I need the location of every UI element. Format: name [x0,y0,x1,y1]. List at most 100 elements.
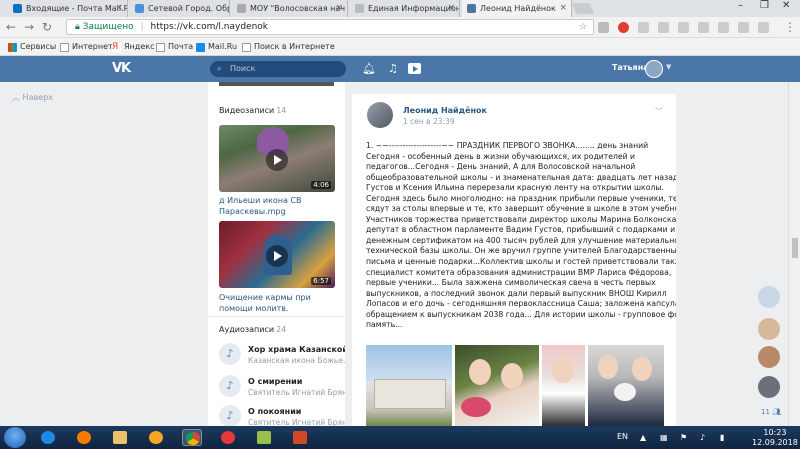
post-author[interactable]: Леонид Найдёнок [403,106,487,115]
video-thumbnail[interactable]: 4:06 [219,125,335,192]
language-indicator[interactable]: EN [617,432,628,441]
back-arrow-icon[interactable]: ← [6,20,16,34]
post-text-line: депутат в областном парламенте Вадим Гус… [366,225,676,235]
page-scrollbar[interactable] [788,82,800,426]
bookmark-label: Поиск в Интернете [254,42,335,51]
taskbar-app[interactable] [254,429,274,446]
network-icon[interactable]: ▦ [660,433,668,442]
audio-item[interactable]: ♪ Хор храма Казанской ик... Казанская ик… [219,343,345,369]
play-icon[interactable] [408,63,421,74]
bookmark-yandex[interactable]: Я Яндекс [112,38,154,56]
videos-header[interactable]: Видеозаписи 14 [219,106,286,115]
battery-icon[interactable]: ▮ [720,433,724,442]
extension-icon[interactable] [658,22,669,33]
post-date[interactable]: 1 сен в 23:39 [403,117,455,126]
close-icon[interactable]: × [335,0,343,17]
music-note-icon[interactable]: ♪ [219,375,241,397]
post-photo[interactable] [588,345,664,426]
new-tab-button[interactable] [571,3,595,14]
avatar[interactable] [645,60,663,78]
url-input[interactable]: 🔒︎ Защищено | https://vk.com/l.naydenok … [66,19,594,35]
play-icon[interactable] [266,149,288,171]
flag-icon[interactable]: ⚑ [680,433,687,442]
bookmark-services[interactable]: Сервисы [8,38,56,56]
extension-icon[interactable] [698,22,709,33]
videos-count: 14 [276,106,287,115]
chevron-down-icon[interactable]: ﹀ [655,106,663,117]
taskbar-firefox[interactable] [74,429,94,446]
music-note-icon[interactable]: ♫ [388,62,398,76]
extension-icon[interactable] [718,22,729,33]
post-text-line: педагогов...Сегодня - День знаний, А для… [366,162,636,172]
audio-artist: Казанская икона Божье... [248,356,345,365]
audio-item[interactable]: ♪ О покоянии Святитель Игнатий Брян... [219,405,345,426]
extension-icon[interactable] [758,22,769,33]
extension-icon[interactable] [678,22,689,33]
taskbar-opera[interactable] [218,429,238,446]
close-icon[interactable]: × [447,0,455,17]
taskbar-ie[interactable] [38,429,58,446]
system-clock[interactable]: 10:23 12.09.2018 [752,428,798,448]
browser-tab-info[interactable]: Единая Информационн × [350,0,460,17]
taskbar-explorer[interactable] [110,429,130,446]
bookmark-mailru[interactable]: Mail.Ru [196,38,237,56]
bookmark-mail[interactable]: Почта [156,38,193,56]
audio-item[interactable]: ♪ О смирении Святитель Игнатий Брян... [219,375,345,401]
avatar[interactable] [758,318,780,340]
speaker-icon[interactable]: ♪ [700,433,705,442]
video-thumbnail[interactable]: 6:57 [219,221,335,288]
extension-icon[interactable] [638,22,649,33]
avatar[interactable] [758,346,780,368]
video-caption[interactable]: д Ильеши икона СВ Параскевы.mpg [219,195,339,217]
taskbar-chrome[interactable] [182,429,202,446]
close-icon[interactable]: × [115,0,123,17]
bookmark-star-icon[interactable]: ☆ [579,20,587,34]
media-player-icon [149,431,163,444]
restore-button[interactable]: ❐ [760,0,769,11]
music-note-icon[interactable]: ♪ [219,343,241,365]
browser-tab-school-network[interactable]: Сетевой Город. Образо [130,0,230,17]
scrollbar-thumb[interactable] [792,238,798,258]
minimize-button[interactable]: – [738,0,743,11]
audio-title: О покоянии [248,407,302,416]
avatar[interactable] [758,376,780,398]
reload-icon[interactable]: ↻ [42,20,52,34]
search-input[interactable]: ⌕ Поиск [210,61,346,77]
avatar[interactable] [758,286,780,308]
mailru-icon [196,43,205,52]
windows-start-icon[interactable] [4,427,26,448]
post-photo[interactable] [455,345,539,426]
close-window-button[interactable]: ✕ [782,0,790,11]
browser-tab-vk-profile[interactable]: Леонид Найдёнок × [462,0,572,17]
play-icon[interactable] [266,245,288,267]
browser-tab-mail[interactable]: Входящие - Почта Mail.R × [8,0,128,17]
bell-icon[interactable]: 🔔︎ [362,62,376,76]
taskbar-media[interactable] [146,429,166,446]
menu-dots-icon[interactable]: ⋮ [784,20,796,34]
forward-arrow-icon[interactable]: → [24,20,34,34]
post-photo[interactable] [366,345,452,426]
video-caption[interactable]: Очищение кармы при помощи молитв. [219,292,339,314]
avatar[interactable] [367,102,393,128]
vk-logo[interactable]: VK [112,61,131,76]
extension-icon[interactable] [598,22,609,33]
user-name[interactable]: Татьяна [612,63,649,72]
back-to-top-link[interactable]: ︿ Наверх [12,92,53,103]
bookmark-search[interactable]: Поиск в Интернете [242,38,335,56]
divider [208,316,345,317]
post-text-line: письма и ценные подарки...Коллектив школ… [366,257,676,267]
extension-icon[interactable] [738,22,749,33]
browser-tab-school[interactable]: МОУ "Волосовская нач × [232,0,348,17]
post-photo[interactable] [542,345,585,426]
audio-header[interactable]: Аудиозаписи 24 [219,325,286,334]
bookmark-internet[interactable]: Интернет [60,38,113,56]
online-count[interactable]: 11 👥︎ [761,408,781,416]
extension-icon[interactable] [618,22,629,33]
post-text-line: выпускников, а последний звонок дали пер… [366,288,667,298]
video-thumbnail-partial[interactable] [219,82,334,86]
chevron-down-icon[interactable]: ▼ [666,63,671,71]
music-note-icon[interactable]: ♪ [219,405,241,426]
taskbar-powerpoint[interactable] [290,429,310,446]
tray-arrow-icon[interactable]: ▲ [640,433,646,442]
close-icon[interactable]: × [559,0,567,17]
